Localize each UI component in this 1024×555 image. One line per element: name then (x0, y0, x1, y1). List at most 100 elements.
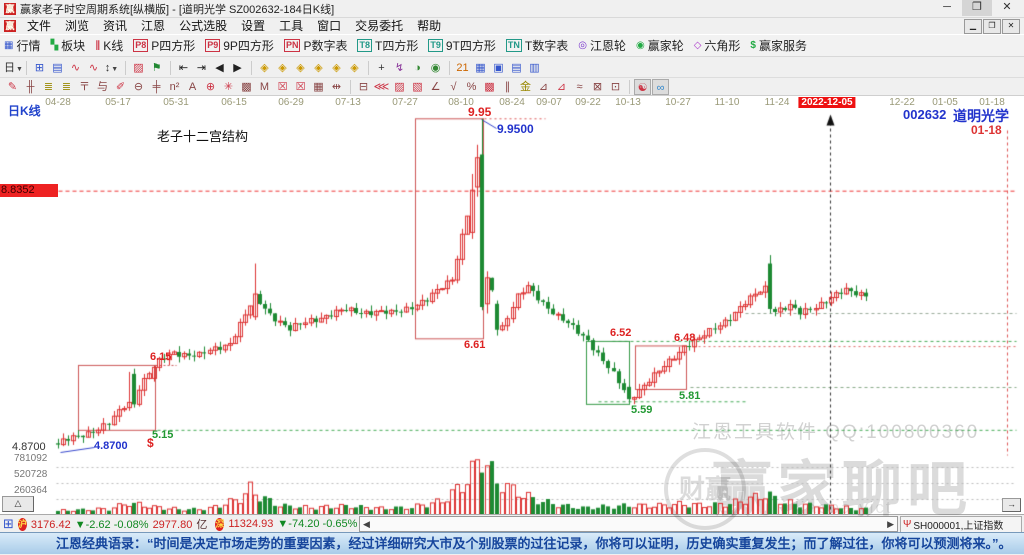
gann-tool-icon-21[interactable]: ⋘ (373, 79, 390, 95)
toolbar-9t-square-button[interactable]: T99T四方形 (428, 37, 496, 54)
close-button[interactable]: ✕ (992, 0, 1022, 16)
expand-up-button[interactable]: △ (2, 496, 34, 512)
maximize-button[interactable]: ❐ (962, 0, 992, 16)
gann-tool-icon-36[interactable]: ☯ (634, 79, 651, 95)
toolbar-p-table-button[interactable]: PNP数字表 (284, 37, 348, 54)
gann-tool-icon-3[interactable]: ≣ (58, 79, 75, 95)
chart-tool-icon-0[interactable]: 日▼ (4, 60, 21, 76)
menu-浏览[interactable]: 浏览 (58, 19, 96, 33)
gann-tool-icon-20[interactable]: ⊟ (355, 79, 372, 95)
menu-设置[interactable]: 设置 (234, 19, 272, 33)
gann-tool-icon-30[interactable]: ⊿ (535, 79, 552, 95)
menu-资讯[interactable]: 资讯 (96, 19, 134, 33)
chart-tool-icon-30[interactable]: ▣ (490, 60, 507, 76)
chart-tool-icon-28[interactable]: 21 (454, 60, 471, 76)
toolbar-t-table-button[interactable]: TNT数字表 (506, 37, 568, 54)
menu-文件[interactable]: 文件 (20, 19, 58, 33)
toolbar-gann-wheel-button[interactable]: ◎江恩轮 (578, 37, 626, 54)
chart-tool-icon-24[interactable]: ↯ (391, 60, 408, 76)
mdi-restore-button[interactable]: ❐ (983, 19, 1001, 34)
minimize-button[interactable]: ─ (932, 0, 962, 16)
menu-交易委托[interactable]: 交易委托 (348, 19, 410, 33)
toolbar-quotes-button[interactable]: ▦行情 (4, 37, 40, 54)
gann-tool-icon-10[interactable]: A (184, 79, 201, 95)
menu-江恩[interactable]: 江恩 (134, 19, 172, 33)
chart-tool-icon-3[interactable]: ▤ (49, 60, 66, 76)
toolbar-9p-square-button[interactable]: P99P四方形 (205, 37, 274, 54)
toolbar-p-square-button[interactable]: P8P四方形 (133, 37, 195, 54)
menu-窗口[interactable]: 窗口 (310, 19, 348, 33)
chart-area[interactable]: 财赢 江恩工具软件 QQ:100800360 赢家聊吧 liaoba.yict … (0, 96, 1024, 514)
chart-tool-icon-18[interactable]: ◈ (292, 60, 309, 76)
gann-tool-icon-25[interactable]: √ (445, 79, 462, 95)
toolbar-hexagon-button[interactable]: ◇六角形 (694, 37, 741, 54)
toolbar-winner-wheel-button[interactable]: ◉赢家轮 (636, 37, 684, 54)
chart-tool-icon-21[interactable]: ◈ (346, 60, 363, 76)
gann-tool-icon-28[interactable]: ∥ (499, 79, 516, 95)
gann-tool-icon-1[interactable]: ╫ (22, 79, 39, 95)
chart-tool-icon-14[interactable]: ▶ (229, 60, 246, 76)
gann-tool-icon-16[interactable]: ☒ (292, 79, 309, 95)
gann-tool-icon-4[interactable]: 〒 (76, 79, 93, 95)
gann-tool-icon-26[interactable]: % (463, 79, 480, 95)
candlestick-canvas[interactable] (0, 96, 1024, 514)
gann-tool-icon-7[interactable]: ⊖ (130, 79, 147, 95)
chart-tool-icon-11[interactable]: ⇤ (175, 60, 192, 76)
gann-tool-icon-27[interactable]: ▩ (481, 79, 498, 95)
mdi-close-button[interactable]: ✕ (1002, 19, 1020, 34)
gann-tool-icon-11[interactable]: ⊕ (202, 79, 219, 95)
chart-tool-icon-23[interactable]: + (373, 60, 390, 76)
gann-tool-icon-13[interactable]: ▩ (238, 79, 255, 95)
gann-tool-icon-9[interactable]: n² (166, 79, 183, 95)
scroll-right-button[interactable]: → (1002, 498, 1021, 512)
gann-tool-icon-22[interactable]: ▨ (391, 79, 408, 95)
toolbar-kline-button[interactable]: ∥K线 (95, 37, 123, 54)
gann-tool-icon-18[interactable]: ⇹ (328, 79, 345, 95)
chart-tool-icon-2[interactable]: ⊞ (31, 60, 48, 76)
menu-公式选股[interactable]: 公式选股 (172, 19, 234, 33)
chart-tool-icon-6[interactable]: ↕▼ (103, 60, 120, 76)
gann-tool-icon-14[interactable]: M (256, 79, 273, 95)
grid-icon[interactable]: ⊞ (3, 516, 14, 532)
gann-tool-icon-34[interactable]: ⊡ (607, 79, 624, 95)
gann-tool-icon-31[interactable]: ⊿ (553, 79, 570, 95)
price-badge: 8.8352 (0, 184, 58, 197)
toolbar-sectors-button[interactable]: ▚板块 (50, 37, 85, 54)
gann-tool-icon-0[interactable]: ✎ (4, 79, 21, 95)
chart-tool-icon-4[interactable]: ∿ (67, 60, 84, 76)
gann-tool-icon-6[interactable]: ✐ (112, 79, 129, 95)
gann-tool-icon-23[interactable]: ▧ (409, 79, 426, 95)
chart-tool-icon-26[interactable]: ◉ (427, 60, 444, 76)
chart-tool-icon-19[interactable]: ◈ (310, 60, 327, 76)
gann-tool-icon-29[interactable]: 金 (517, 79, 534, 95)
gann-quote-bar: 江恩经典语录：“时间是决定市场走势的重要因素，经过详细研究大市及个别股票的过往记… (0, 532, 1024, 554)
toolbar-winner-service-button[interactable]: $赢家服务 (750, 37, 807, 54)
mdi-minimize-button[interactable]: ▁ (964, 19, 982, 34)
menu-帮助[interactable]: 帮助 (410, 19, 448, 33)
chart-tool-icon-20[interactable]: ◈ (328, 60, 345, 76)
toolbar-t-square-button[interactable]: T8T四方形 (357, 37, 418, 54)
chart-tool-icon-8[interactable]: ▨ (130, 60, 147, 76)
chart-tool-icon-5[interactable]: ∿ (85, 60, 102, 76)
gann-tool-icon-12[interactable]: ✳ (220, 79, 237, 95)
gann-tool-icon-33[interactable]: ⊠ (589, 79, 606, 95)
chart-tool-icon-32[interactable]: ▥ (526, 60, 543, 76)
chart-tool-icon-17[interactable]: ◈ (274, 60, 291, 76)
chart-tool-icon-25[interactable]: ◑ (409, 60, 426, 76)
chart-tool-icon-9[interactable]: ⚑ (148, 60, 165, 76)
gann-tool-icon-32[interactable]: ≈ (571, 79, 588, 95)
gann-tool-icon-8[interactable]: ╪ (148, 79, 165, 95)
menu-工具[interactable]: 工具 (272, 19, 310, 33)
scroll-left-arrow[interactable]: ◀ (363, 519, 370, 530)
chart-tool-icon-31[interactable]: ▤ (508, 60, 525, 76)
gann-tool-icon-37[interactable]: ∞ (652, 79, 669, 95)
chart-tool-icon-29[interactable]: ▦ (472, 60, 489, 76)
gann-tool-icon-15[interactable]: ☒ (274, 79, 291, 95)
chart-tool-icon-12[interactable]: ⇥ (193, 60, 210, 76)
gann-tool-icon-5[interactable]: 与 (94, 79, 111, 95)
gann-tool-icon-24[interactable]: ∠ (427, 79, 444, 95)
chart-tool-icon-13[interactable]: ◀ (211, 60, 228, 76)
chart-tool-icon-16[interactable]: ◈ (256, 60, 273, 76)
gann-tool-icon-17[interactable]: ▦ (310, 79, 327, 95)
gann-tool-icon-2[interactable]: ≣ (40, 79, 57, 95)
